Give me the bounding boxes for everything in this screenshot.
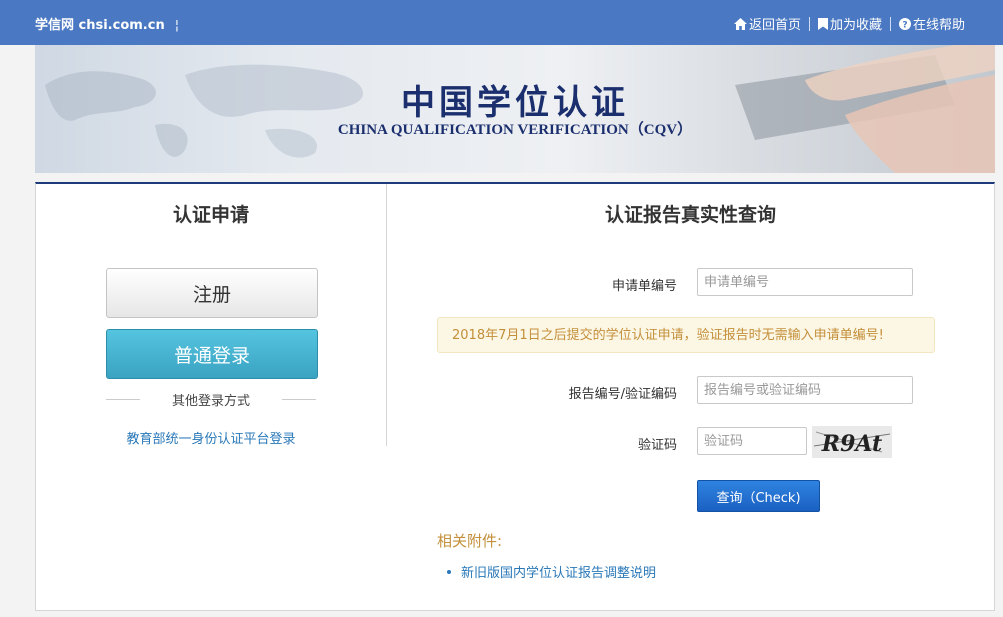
report-no-label: 报告编号/验证编码: [568, 387, 677, 402]
captcha-input[interactable]: [697, 427, 807, 455]
nav-home[interactable]: 返回首页: [733, 14, 801, 33]
bookmark-icon: [817, 17, 828, 30]
captcha-image[interactable]: R9At: [812, 426, 892, 458]
nav-bookmark-label: 加为收藏: [829, 18, 882, 33]
home-icon: [733, 17, 747, 30]
attachment-link[interactable]: 新旧版国内学位认证报告调整说明: [447, 562, 656, 581]
divider-line: [281, 398, 316, 400]
verify-title: 认证报告真实性查询: [604, 204, 776, 226]
divider: ¦: [174, 18, 180, 33]
app-no-label: 申请单编号: [611, 279, 677, 294]
check-button[interactable]: 查询（Check): [697, 480, 820, 512]
register-button[interactable]: 注册: [106, 268, 318, 318]
other-login-divider: 其他登录方式: [106, 390, 316, 409]
attachments-title: 相关附件:: [437, 532, 503, 550]
help-icon: ?: [898, 17, 911, 30]
site-home-link[interactable]: 学信网 chsi.com.cn ¦: [35, 14, 180, 33]
attachment-label[interactable]: 新旧版国内学位认证报告调整说明: [461, 562, 656, 581]
app-no-input[interactable]: [697, 268, 913, 296]
nav-bookmark[interactable]: 加为收藏: [817, 14, 882, 33]
top-bar: 学信网 chsi.com.cn ¦ 返回首页 加为收藏 ? 在线帮助: [0, 0, 1003, 45]
banner-title: 中国学位认证: [401, 83, 629, 123]
banner-subtitle: CHINA QUALIFICATION VERIFICATION（CQV）: [337, 122, 693, 138]
nav-separator: [808, 16, 810, 31]
login-button[interactable]: 普通登录: [106, 329, 318, 379]
report-no-input[interactable]: [697, 376, 913, 404]
banner: 中国学位认证 CHINA QUALIFICATION VERIFICATION（…: [35, 45, 995, 173]
edu-login-link[interactable]: 教育部统一身份认证平台登录: [36, 428, 386, 447]
nav-help[interactable]: ? 在线帮助: [898, 14, 965, 33]
other-login-label: 其他登录方式: [171, 393, 250, 409]
site-name[interactable]: 学信网 chsi.com.cn: [35, 18, 165, 33]
top-nav: 返回首页 加为收藏 ? 在线帮助: [733, 14, 965, 33]
apply-title: 认证申请: [172, 204, 249, 226]
apply-panel: 认证申请 注册 普通登录 其他登录方式 教育部统一身份认证平台登录: [36, 184, 387, 447]
svg-text:?: ?: [902, 20, 907, 29]
notice-box: 2018年7月1日之后提交的学位认证申请，验证报告时无需输入申请单编号!: [437, 317, 935, 353]
main-content: 认证申请 注册 普通登录 其他登录方式 教育部统一身份认证平台登录 认证报告真实…: [35, 182, 995, 611]
nav-separator: [889, 16, 891, 31]
captcha-text: R9At: [821, 431, 882, 457]
divider-line: [106, 398, 140, 400]
nav-help-label: 在线帮助: [912, 18, 965, 33]
bullet-icon: [447, 569, 451, 574]
nav-home-label: 返回首页: [748, 18, 801, 33]
captcha-label: 验证码: [637, 438, 677, 453]
